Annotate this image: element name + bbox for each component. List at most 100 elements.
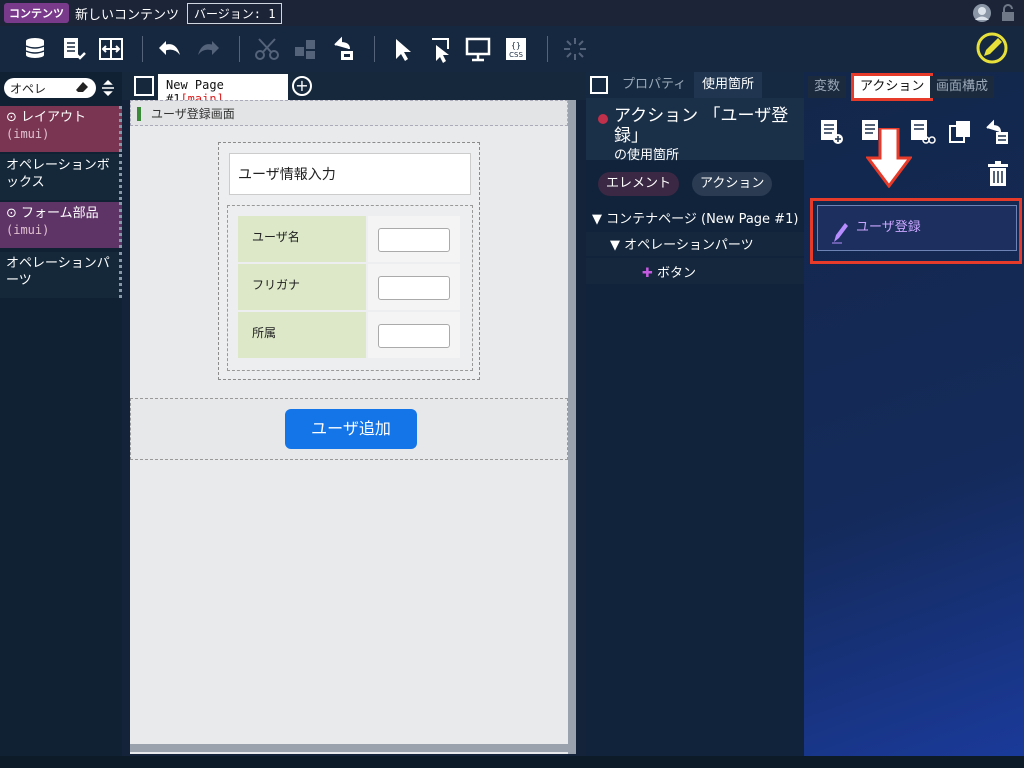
redo-icon bbox=[191, 32, 225, 66]
replace-action-icon[interactable] bbox=[984, 118, 1012, 146]
page-editor: New Page #1[main] + ユーザ登録画面 ユーザ情報入力 ユーザ名… bbox=[122, 72, 586, 756]
toolbar-separator bbox=[547, 36, 548, 62]
tree-item-button[interactable]: ✚ ボタン bbox=[586, 258, 804, 284]
action-list: ユーザ登録 bbox=[810, 198, 1022, 264]
add-user-button[interactable]: ユーザ追加 bbox=[285, 409, 417, 449]
panel-toggle-icon[interactable] bbox=[590, 76, 608, 94]
pencil-icon bbox=[832, 220, 848, 244]
property-tab-bar: プロパティ 使用箇所 bbox=[586, 72, 804, 98]
replace-icon[interactable] bbox=[326, 32, 360, 66]
add-action-icon[interactable] bbox=[818, 118, 846, 146]
category-operation-parts[interactable]: オペレーションパーツ bbox=[0, 252, 122, 298]
cut-action-icon[interactable] bbox=[908, 118, 936, 146]
export-icon[interactable] bbox=[56, 32, 90, 66]
lock-icon[interactable] bbox=[998, 3, 1018, 23]
button-area[interactable]: ユーザ追加 bbox=[130, 398, 568, 460]
edit-icon[interactable] bbox=[974, 30, 1010, 66]
tree-item-container-page[interactable]: ▼ コンテナページ (New Page #1) bbox=[592, 208, 802, 227]
add-tab-icon[interactable]: + bbox=[292, 76, 312, 96]
collapse-panel-icon[interactable] bbox=[134, 76, 154, 96]
trash-icon[interactable] bbox=[984, 160, 1012, 188]
category-layout[interactable]: ⊙ レイアウト (imui) bbox=[0, 106, 122, 152]
eraser-icon[interactable] bbox=[74, 80, 90, 97]
preview-icon[interactable] bbox=[461, 32, 495, 66]
paste-action-icon[interactable] bbox=[946, 118, 974, 146]
page-tab-bar: New Page #1[main] + bbox=[122, 72, 586, 106]
chevron-down-icon: ⊙ bbox=[6, 206, 22, 221]
tree-item-operation-parts[interactable]: ▼ オペレーションパーツ bbox=[586, 232, 804, 256]
field-label: フリガナ bbox=[238, 264, 366, 310]
design-canvas[interactable]: ユーザ登録画面 ユーザ情報入力 ユーザ名 フリガナ 所属 ユーザ追加 bbox=[130, 100, 576, 754]
form-title[interactable]: ユーザ情報入力 bbox=[229, 153, 471, 195]
action-tab-bar: 変数 アクション 画面構成 bbox=[804, 72, 1024, 101]
content-badge: コンテンツ bbox=[4, 3, 69, 23]
action-item-label: ユーザ登録 bbox=[856, 220, 921, 235]
action-item-user-register[interactable]: ユーザ登録 bbox=[817, 205, 1017, 251]
down-arrow-icon bbox=[865, 126, 913, 189]
category-operation-box[interactable]: オペレーションボックス bbox=[0, 154, 122, 200]
field-label: 所属 bbox=[238, 312, 366, 358]
form-container[interactable]: ユーザ情報入力 ユーザ名 フリガナ 所属 bbox=[218, 142, 480, 380]
tab-usages[interactable]: 使用箇所 bbox=[694, 72, 763, 98]
chevron-down-icon: ⊙ bbox=[6, 110, 22, 125]
toolbar-separator bbox=[374, 36, 375, 62]
canvas-horizontal-scrollbar[interactable] bbox=[130, 744, 568, 752]
group-icon bbox=[288, 32, 322, 66]
loading-icon bbox=[558, 32, 592, 66]
action-toolbar bbox=[816, 118, 1016, 198]
status-bar bbox=[0, 756, 1024, 768]
compare-icon[interactable] bbox=[94, 32, 128, 66]
category-sub: (imui) bbox=[6, 223, 50, 237]
category-label: オペレーションパーツ bbox=[6, 256, 110, 288]
tree-expand-icon[interactable]: ▼ bbox=[592, 212, 606, 227]
main-toolbar: {} CSS bbox=[0, 26, 1024, 72]
tree-item-label: オペレーションパーツ bbox=[624, 238, 754, 253]
database-add-icon[interactable] bbox=[18, 32, 52, 66]
status-dot bbox=[598, 114, 608, 124]
category-label: オペレーションボックス bbox=[6, 158, 110, 190]
version-label: バージョン: 1 bbox=[187, 2, 283, 24]
cut-icon bbox=[250, 32, 284, 66]
form-row: 所属 bbox=[238, 312, 460, 358]
action-panel: 変数 アクション 画面構成 ユーザ登録 bbox=[804, 72, 1024, 756]
filter-element-button[interactable]: エレメント bbox=[598, 172, 680, 196]
screen-label-text: ユーザ登録画面 bbox=[151, 107, 235, 121]
category-label: フォーム部品 bbox=[21, 206, 99, 221]
filter-action-button[interactable]: アクション bbox=[692, 172, 773, 196]
form-fields[interactable]: ユーザ名 フリガナ 所属 bbox=[227, 205, 473, 371]
toolbar-separator bbox=[142, 36, 143, 62]
usage-heading-title: アクション 「ユーザ登録」 bbox=[614, 106, 789, 146]
usage-heading: アクション 「ユーザ登録」 の使用箇所 bbox=[586, 98, 804, 163]
tab-properties[interactable]: プロパティ bbox=[614, 72, 694, 98]
tree-item-label: コンテナページ (New Page #1) bbox=[606, 212, 799, 227]
css-icon[interactable]: {} CSS bbox=[499, 32, 533, 66]
tab-actions[interactable]: アクション bbox=[850, 73, 934, 101]
tree-expand-icon[interactable]: ▼ bbox=[610, 238, 624, 253]
palette-search-input[interactable]: オペレ bbox=[4, 78, 96, 98]
content-title: 新しいコンテンツ bbox=[75, 7, 180, 23]
button-part-icon: ✚ bbox=[642, 266, 658, 281]
furigana-input[interactable] bbox=[378, 276, 450, 300]
undo-icon[interactable] bbox=[153, 32, 187, 66]
screen-label[interactable]: ユーザ登録画面 bbox=[130, 100, 568, 126]
palette-search-value: オペレ bbox=[10, 81, 47, 96]
form-row: ユーザ名 bbox=[238, 216, 460, 262]
category-label: レイアウト bbox=[21, 110, 87, 125]
component-palette: オペレ ⊙ レイアウト (imui) オペレーションボックス ⊙ フォーム部品 … bbox=[0, 72, 122, 756]
select-icon[interactable] bbox=[385, 32, 419, 66]
svg-text:CSS: CSS bbox=[509, 51, 523, 59]
user-avatar-icon[interactable] bbox=[972, 3, 992, 23]
canvas-vertical-scrollbar[interactable] bbox=[568, 100, 576, 754]
department-input[interactable] bbox=[378, 324, 450, 348]
toolbar-separator bbox=[239, 36, 240, 62]
property-panel: プロパティ 使用箇所 アクション 「ユーザ登録」 の使用箇所 エレメント アクシ… bbox=[586, 72, 804, 756]
category-form-parts[interactable]: ⊙ フォーム部品 (imui) bbox=[0, 202, 122, 248]
user-name-input[interactable] bbox=[378, 228, 450, 252]
field-label: ユーザ名 bbox=[238, 216, 366, 262]
title-bar: コンテンツ 新しいコンテンツ バージョン: 1 bbox=[0, 0, 1024, 26]
tab-new-page[interactable]: New Page #1[main] bbox=[158, 74, 288, 106]
tab-screen-structure[interactable]: 画面構成 bbox=[930, 76, 995, 98]
split-icon[interactable] bbox=[100, 79, 116, 97]
tab-variables[interactable]: 変数 bbox=[808, 76, 847, 98]
inspect-icon[interactable] bbox=[423, 32, 457, 66]
